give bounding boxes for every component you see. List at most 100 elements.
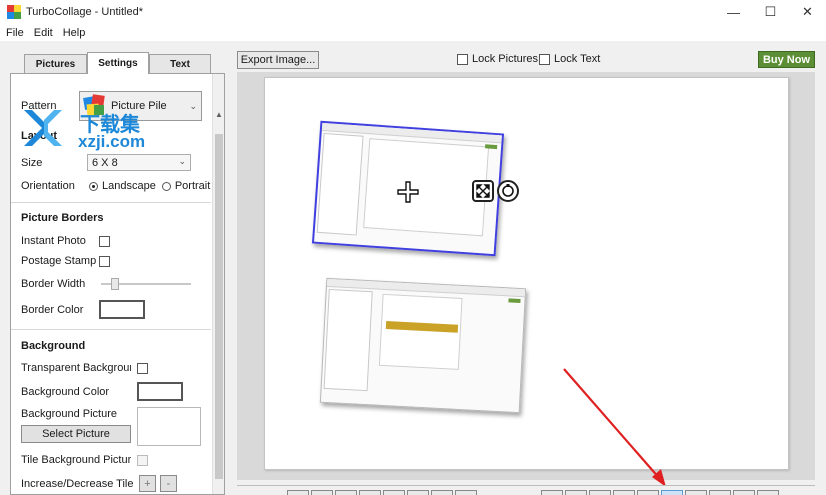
thumbnail-slot[interactable] xyxy=(287,490,309,495)
size-dropdown[interactable]: 6 X 8 ⌄ xyxy=(87,154,191,171)
instant-photo-label: Instant Photo xyxy=(21,235,86,247)
divider xyxy=(11,329,211,330)
landscape-radio[interactable] xyxy=(89,181,98,191)
thumbnail-slot[interactable] xyxy=(685,490,707,495)
tab-settings[interactable]: Settings xyxy=(87,52,149,74)
size-label: Size xyxy=(21,156,43,169)
transparent-background-checkbox[interactable] xyxy=(137,362,148,374)
thumbnail-slot[interactable] xyxy=(359,490,381,495)
menu-help[interactable]: Help xyxy=(63,27,86,39)
buy-now-button[interactable]: Buy Now xyxy=(758,51,815,68)
lock-text-toggle[interactable]: Lock Text xyxy=(539,53,600,65)
orientation-row: Orientation Landscape Portrait xyxy=(21,180,210,192)
background-picture-label: Background Picture xyxy=(21,408,117,420)
tile-increase-button[interactable]: + xyxy=(139,475,156,492)
menu-edit[interactable]: Edit xyxy=(34,27,53,39)
collage-photo[interactable] xyxy=(319,277,527,414)
picture-borders-title: Picture Borders xyxy=(21,212,104,224)
thumbnail-slot[interactable] xyxy=(383,490,405,495)
thumbnail-slot[interactable] xyxy=(455,490,477,495)
export-image-button[interactable]: Export Image... xyxy=(237,51,319,69)
chevron-down-icon: ⌄ xyxy=(189,101,197,111)
panel-tabs: Pictures Settings Text xyxy=(24,52,211,74)
thumbnail-slot[interactable] xyxy=(407,490,429,495)
slider-thumb[interactable] xyxy=(111,278,119,290)
tile-background-row: Tile Background Picture xyxy=(21,454,148,466)
lock-pictures-checkbox[interactable] xyxy=(457,53,468,65)
thumbnail-slot[interactable] xyxy=(311,490,333,495)
photo-thumbnail-sidebar xyxy=(316,132,364,236)
portrait-radio[interactable] xyxy=(161,181,171,191)
tile-background-checkbox[interactable] xyxy=(137,454,148,466)
chevron-down-icon: ⌄ xyxy=(178,156,186,166)
postage-stamp-checkbox[interactable] xyxy=(99,255,110,267)
lock-text-checkbox[interactable] xyxy=(539,53,550,65)
background-picture-preview xyxy=(137,407,201,446)
minimize-button[interactable]: — xyxy=(715,0,752,24)
background-color-row: Background Color xyxy=(21,382,183,401)
divider xyxy=(11,202,211,203)
background-color-label: Background Color xyxy=(21,385,110,398)
portrait-label: Portrait xyxy=(174,180,211,192)
tile-background-label: Tile Background Picture xyxy=(21,454,131,466)
thumbnail-slot[interactable] xyxy=(565,490,587,495)
lock-pictures-label: Lock Pictures xyxy=(472,53,539,65)
rotate-handle-icon[interactable] xyxy=(497,180,519,202)
move-cursor-icon[interactable] xyxy=(396,180,420,204)
thumbnail-slot-selected[interactable] xyxy=(661,490,683,495)
window-title: TurboCollage - Untitled* xyxy=(26,6,143,18)
settings-scrollbar[interactable]: ▲ xyxy=(212,74,224,494)
border-width-label: Border Width xyxy=(21,278,86,290)
background-title: Background xyxy=(21,340,86,352)
tab-pictures[interactable]: Pictures xyxy=(24,54,87,74)
background-picture-row: Background Picture xyxy=(21,408,117,420)
instant-photo-checkbox[interactable] xyxy=(99,235,110,247)
thumbnail-slot[interactable] xyxy=(589,490,611,495)
postage-stamp-label: Postage Stamp xyxy=(21,255,97,267)
watermark: 下载集 xzji.com xyxy=(20,106,170,152)
maximize-button[interactable]: ☐ xyxy=(752,0,789,24)
annotation-arrow-icon xyxy=(563,368,666,487)
increase-decrease-tile-row: Increase/Decrease Tile + - xyxy=(21,475,177,492)
border-color-label: Border Color xyxy=(21,303,84,316)
increase-decrease-tile-label: Increase/Decrease Tile xyxy=(21,477,134,490)
photo-thumbnail-dialog xyxy=(378,293,463,370)
photo-thumbnail-badge xyxy=(508,298,521,304)
thumbnail-slot[interactable] xyxy=(733,490,755,495)
background-color-swatch[interactable] xyxy=(137,382,183,401)
tile-decrease-button[interactable]: - xyxy=(160,475,177,492)
thumbnail-slot[interactable] xyxy=(541,490,563,495)
border-width-row: Border Width xyxy=(21,278,191,290)
select-picture-button[interactable]: Select Picture xyxy=(21,425,131,443)
turbocollage-app-icon xyxy=(7,5,21,19)
menu-bar: File Edit Help xyxy=(0,24,826,41)
thumbnail-slot[interactable] xyxy=(431,490,453,495)
photo-thumbnail-badge xyxy=(484,144,498,150)
watermark-logo-icon xyxy=(24,110,62,146)
lock-text-label: Lock Text xyxy=(554,53,601,65)
photo-thumbnail-canvas xyxy=(363,138,490,237)
thumbnail-strip[interactable] xyxy=(237,485,815,495)
photo-thumbnail-banner xyxy=(385,321,459,333)
scroll-thumb[interactable] xyxy=(215,134,223,479)
tab-text[interactable]: Text xyxy=(149,54,211,74)
border-color-swatch[interactable] xyxy=(99,300,145,319)
resize-handle-icon[interactable] xyxy=(472,180,494,202)
instant-photo-row: Instant Photo xyxy=(21,235,110,247)
postage-stamp-row: Postage Stamp xyxy=(21,255,110,267)
menu-file[interactable]: File xyxy=(6,27,24,39)
orientation-label: Orientation xyxy=(21,180,75,192)
photo-thumbnail-sidebar xyxy=(323,288,373,392)
transparent-background-label: Transparent Background xyxy=(21,362,131,374)
thumbnail-slot[interactable] xyxy=(709,490,731,495)
close-button[interactable]: ✕ xyxy=(789,0,826,24)
lock-pictures-toggle[interactable]: Lock Pictures xyxy=(457,53,538,65)
thumbnail-slot[interactable] xyxy=(757,490,779,495)
size-row: Size 6 X 8 ⌄ xyxy=(21,154,191,171)
scroll-up-arrow-icon[interactable]: ▲ xyxy=(213,110,224,122)
thumbnail-slot[interactable] xyxy=(613,490,635,495)
border-width-slider[interactable] xyxy=(101,278,191,290)
border-color-row: Border Color xyxy=(21,300,145,319)
thumbnail-slot[interactable] xyxy=(335,490,357,495)
thumbnail-slot[interactable] xyxy=(637,490,659,495)
